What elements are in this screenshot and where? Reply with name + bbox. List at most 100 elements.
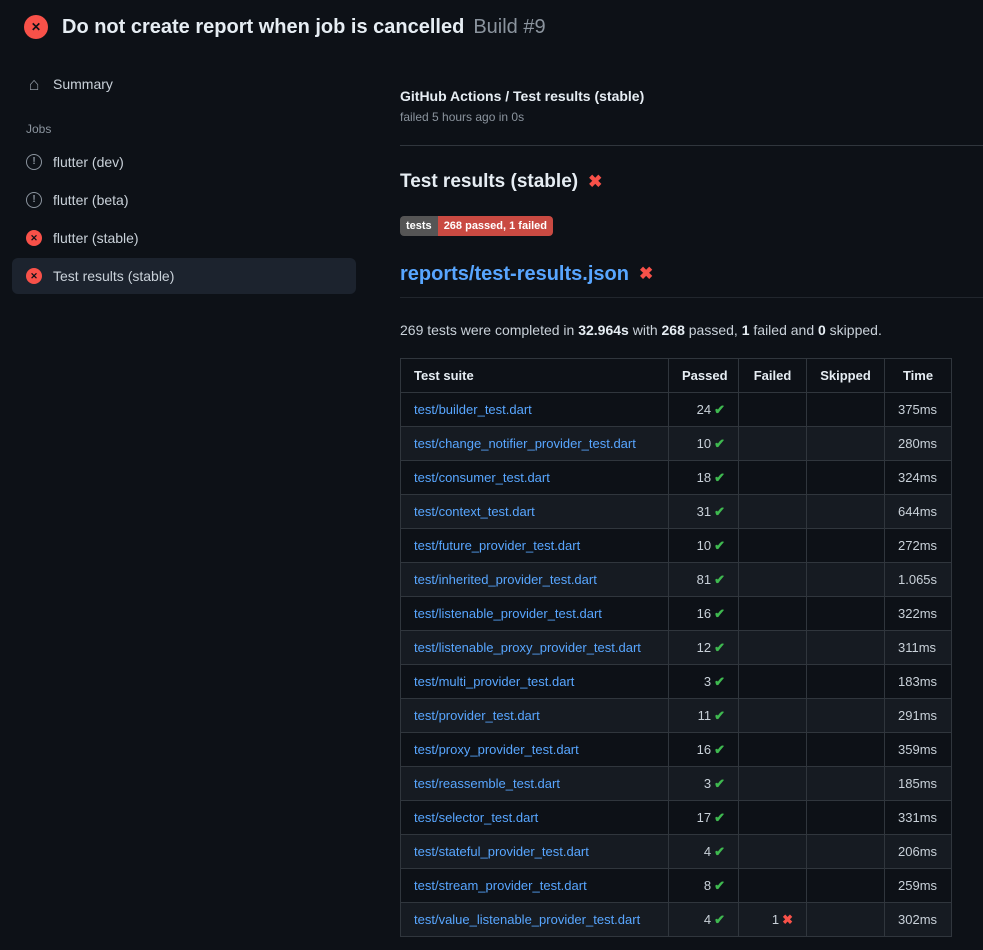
suite-cell: test/builder_test.dart — [401, 393, 669, 427]
time-cell: 324ms — [885, 461, 952, 495]
failed-cell — [739, 393, 807, 427]
skipped-cell — [807, 495, 885, 529]
skipped-cell — [807, 665, 885, 699]
skipped-cell — [807, 767, 885, 801]
col-skipped: Skipped — [807, 359, 885, 393]
time-cell: 311ms — [885, 631, 952, 665]
failed-cell — [739, 563, 807, 597]
suite-link[interactable]: test/inherited_provider_test.dart — [414, 572, 597, 587]
table-header-row: Test suite Passed Failed Skipped Time — [401, 359, 952, 393]
failed-cell — [739, 631, 807, 665]
time-cell: 291ms — [885, 699, 952, 733]
time-cell: 183ms — [885, 665, 952, 699]
home-icon: ⌂ — [26, 76, 42, 92]
failed-cell — [739, 835, 807, 869]
suite-link[interactable]: test/value_listenable_provider_test.dart — [414, 912, 640, 927]
suite-link[interactable]: test/future_provider_test.dart — [414, 538, 580, 553]
skipped-cell — [807, 903, 885, 937]
suite-cell: test/value_listenable_provider_test.dart — [401, 903, 669, 937]
report-link[interactable]: reports/test-results.json — [400, 260, 629, 288]
test-results-table: Test suite Passed Failed Skipped Time te… — [400, 358, 952, 937]
skipped-cell — [807, 869, 885, 903]
neutral-status-icon: ! — [26, 192, 42, 208]
passed-cell: 18✔ — [669, 461, 739, 495]
suite-link[interactable]: test/stream_provider_test.dart — [414, 878, 587, 893]
check-icon: ✔ — [714, 504, 725, 519]
suite-link[interactable]: test/multi_provider_test.dart — [414, 674, 574, 689]
failed-status-icon: ✕ — [26, 230, 42, 246]
suite-link[interactable]: test/proxy_provider_test.dart — [414, 742, 579, 757]
table-row: test/selector_test.dart17✔331ms — [401, 801, 952, 835]
failed-cell: 1✖ — [739, 903, 807, 937]
summary-part: passed, — [685, 322, 742, 338]
skipped-cell — [807, 529, 885, 563]
neutral-status-icon: ! — [26, 154, 42, 170]
suite-cell: test/listenable_provider_test.dart — [401, 597, 669, 631]
suite-cell: test/stateful_provider_test.dart — [401, 835, 669, 869]
passed-cell: 10✔ — [669, 529, 739, 563]
count-value: 4 — [704, 844, 711, 859]
sidebar-item-test-results-stable[interactable]: ✕ Test results (stable) — [12, 258, 356, 294]
sidebar-item-flutter-stable[interactable]: ✕ flutter (stable) — [12, 220, 356, 256]
sidebar-item-flutter-beta[interactable]: ! flutter (beta) — [12, 182, 356, 218]
summary-bold: 32.964s — [578, 322, 629, 338]
table-row: test/listenable_provider_test.dart16✔322… — [401, 597, 952, 631]
col-test-suite: Test suite — [401, 359, 669, 393]
table-row: test/stream_provider_test.dart8✔259ms — [401, 869, 952, 903]
main-content: GitHub Actions / Test results (stable) f… — [368, 52, 983, 937]
suite-link[interactable]: test/listenable_proxy_provider_test.dart — [414, 640, 641, 655]
count-value: 3 — [704, 776, 711, 791]
suite-link[interactable]: test/listenable_provider_test.dart — [414, 606, 602, 621]
run-meta: failed 5 hours ago in 0s — [400, 109, 983, 125]
suite-link[interactable]: test/stateful_provider_test.dart — [414, 844, 589, 859]
page-title: Do not create report when job is cancell… — [62, 16, 464, 39]
count-value: 12 — [697, 640, 711, 655]
skipped-cell — [807, 393, 885, 427]
count-value: 8 — [704, 878, 711, 893]
passed-cell: 81✔ — [669, 563, 739, 597]
suite-link[interactable]: test/reassemble_test.dart — [414, 776, 560, 791]
suite-link[interactable]: test/change_notifier_provider_test.dart — [414, 436, 636, 451]
badge-value: 268 passed, 1 failed — [438, 216, 553, 236]
suite-cell: test/consumer_test.dart — [401, 461, 669, 495]
count-value: 18 — [697, 470, 711, 485]
passed-cell: 3✔ — [669, 665, 739, 699]
breadcrumb: GitHub Actions / Test results (stable) — [400, 86, 983, 106]
table-row: test/change_notifier_provider_test.dart1… — [401, 427, 952, 461]
check-icon: ✔ — [714, 878, 725, 893]
suite-cell: test/reassemble_test.dart — [401, 767, 669, 801]
passed-cell: 17✔ — [669, 801, 739, 835]
sidebar-item-summary[interactable]: ⌂ Summary — [12, 66, 356, 102]
check-icon: ✔ — [714, 572, 725, 587]
skipped-cell — [807, 427, 885, 461]
col-time: Time — [885, 359, 952, 393]
passed-cell: 8✔ — [669, 869, 739, 903]
check-icon: ✔ — [714, 606, 725, 621]
time-cell: 206ms — [885, 835, 952, 869]
table-row: test/provider_test.dart11✔291ms — [401, 699, 952, 733]
failed-cell — [739, 597, 807, 631]
table-row: test/reassemble_test.dart3✔185ms — [401, 767, 952, 801]
summary-part: 269 tests were completed in — [400, 322, 578, 338]
failed-status-icon: ✕ — [26, 268, 42, 284]
suite-link[interactable]: test/context_test.dart — [414, 504, 535, 519]
sidebar-item-flutter-dev[interactable]: ! flutter (dev) — [12, 144, 356, 180]
suite-link[interactable]: test/builder_test.dart — [414, 402, 532, 417]
summary-part: with — [629, 322, 662, 338]
header-title-row: Do not create report when job is cancell… — [62, 16, 546, 39]
count-value: 10 — [697, 538, 711, 553]
summary-text: 269 tests were completed in 32.964s with… — [400, 320, 983, 340]
failed-cell — [739, 801, 807, 835]
check-icon: ✔ — [714, 640, 725, 655]
count-value: 17 — [697, 810, 711, 825]
suite-link[interactable]: test/consumer_test.dart — [414, 470, 550, 485]
suite-link[interactable]: test/provider_test.dart — [414, 708, 540, 723]
count-value: 16 — [697, 742, 711, 757]
failed-cell — [739, 733, 807, 767]
failed-cell — [739, 767, 807, 801]
table-row: test/builder_test.dart24✔375ms — [401, 393, 952, 427]
table-row: test/value_listenable_provider_test.dart… — [401, 903, 952, 937]
table-row: test/inherited_provider_test.dart81✔1.06… — [401, 563, 952, 597]
suite-cell: test/context_test.dart — [401, 495, 669, 529]
suite-link[interactable]: test/selector_test.dart — [414, 810, 538, 825]
